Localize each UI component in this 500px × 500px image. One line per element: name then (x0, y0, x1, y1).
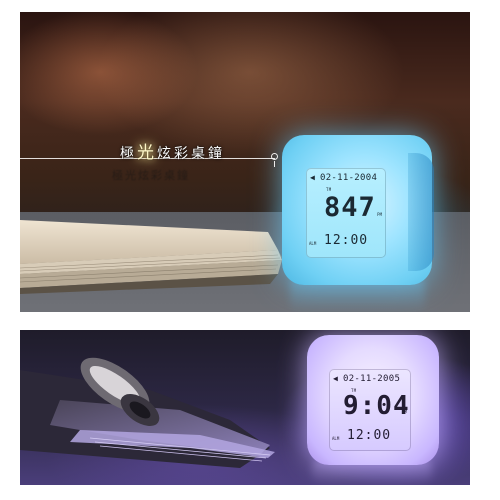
lcd-alarm-time: 12:00 (324, 233, 369, 248)
lcd-screen: ◀ 02-11-2005 TM 9:04 PM ALM 12:00 (329, 369, 411, 451)
caption-highlight: 光 (137, 143, 157, 163)
lcd-date: 02-11-2005 (343, 374, 401, 384)
lcd-alarm-label: ALM (309, 241, 317, 246)
lcd-screen: ◀ 02-11-2004 TM 847 PM ALM 12:00 (306, 168, 386, 258)
photo-top-blue-clock: ◀ 02-11-2004 TM 847 PM ALM 12:00 極光炫彩桌鐘 … (20, 12, 470, 312)
glowing-cube-clock-purple: ◀ 02-11-2005 TM 9:04 PM ALM 12:00 (307, 335, 439, 465)
lcd-time: 9:04 (343, 391, 410, 421)
lcd-date: 02-11-2004 (320, 173, 378, 183)
lcd-alarm-time: 12:00 (347, 428, 392, 443)
lcd-am-pm: PM (402, 409, 407, 414)
product-caption: 極光炫彩桌鐘 (120, 138, 225, 163)
arrow-icon: ◀ (310, 173, 315, 182)
caption-rest: 炫彩桌鐘 (157, 146, 225, 162)
rolled-magazine-bottom (20, 357, 275, 468)
open-book-top (20, 220, 282, 294)
arrow-icon: ◀ (333, 374, 338, 383)
caption-lead: 極 (120, 146, 137, 162)
lcd-am-pm: PM (377, 212, 382, 217)
lcd-time: 847 (324, 192, 376, 223)
caption-line-end-dot (271, 153, 278, 160)
caption-reflection-text: 極光炫彩桌鐘 (112, 169, 190, 182)
lcd-alarm-label: ALM (332, 436, 340, 441)
caption-line-end-stem (274, 161, 275, 167)
glowing-cube-clock-blue: ◀ 02-11-2004 TM 847 PM ALM 12:00 (282, 135, 434, 285)
photo-bottom-purple-clock: ◀ 02-11-2005 TM 9:04 PM ALM 12:00 (20, 330, 470, 485)
